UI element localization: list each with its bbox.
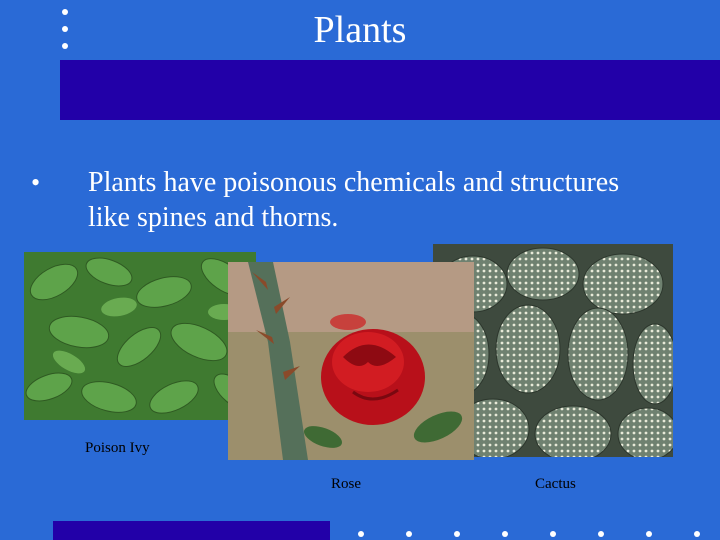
poison-ivy-image bbox=[24, 252, 256, 420]
decor-dot bbox=[502, 531, 508, 537]
rose-image bbox=[228, 262, 474, 460]
slide-title: Plants bbox=[313, 9, 407, 51]
bullet-marker: • bbox=[31, 168, 41, 197]
bottom-bar bbox=[53, 521, 330, 540]
title-bar bbox=[60, 60, 720, 120]
decor-dot bbox=[454, 531, 460, 537]
decor-dot bbox=[646, 531, 652, 537]
bullet-text: Plants have poisonous chemicals and stru… bbox=[88, 167, 620, 233]
decor-dot bbox=[550, 531, 556, 537]
caption-cactus: Cactus bbox=[535, 476, 576, 492]
caption-poison-ivy: Poison Ivy bbox=[85, 440, 150, 456]
decor-dot bbox=[406, 531, 412, 537]
decor-dot bbox=[358, 531, 364, 537]
decor-dot bbox=[694, 531, 700, 537]
decor-dot bbox=[598, 531, 604, 537]
caption-rose: Rose bbox=[331, 476, 361, 492]
